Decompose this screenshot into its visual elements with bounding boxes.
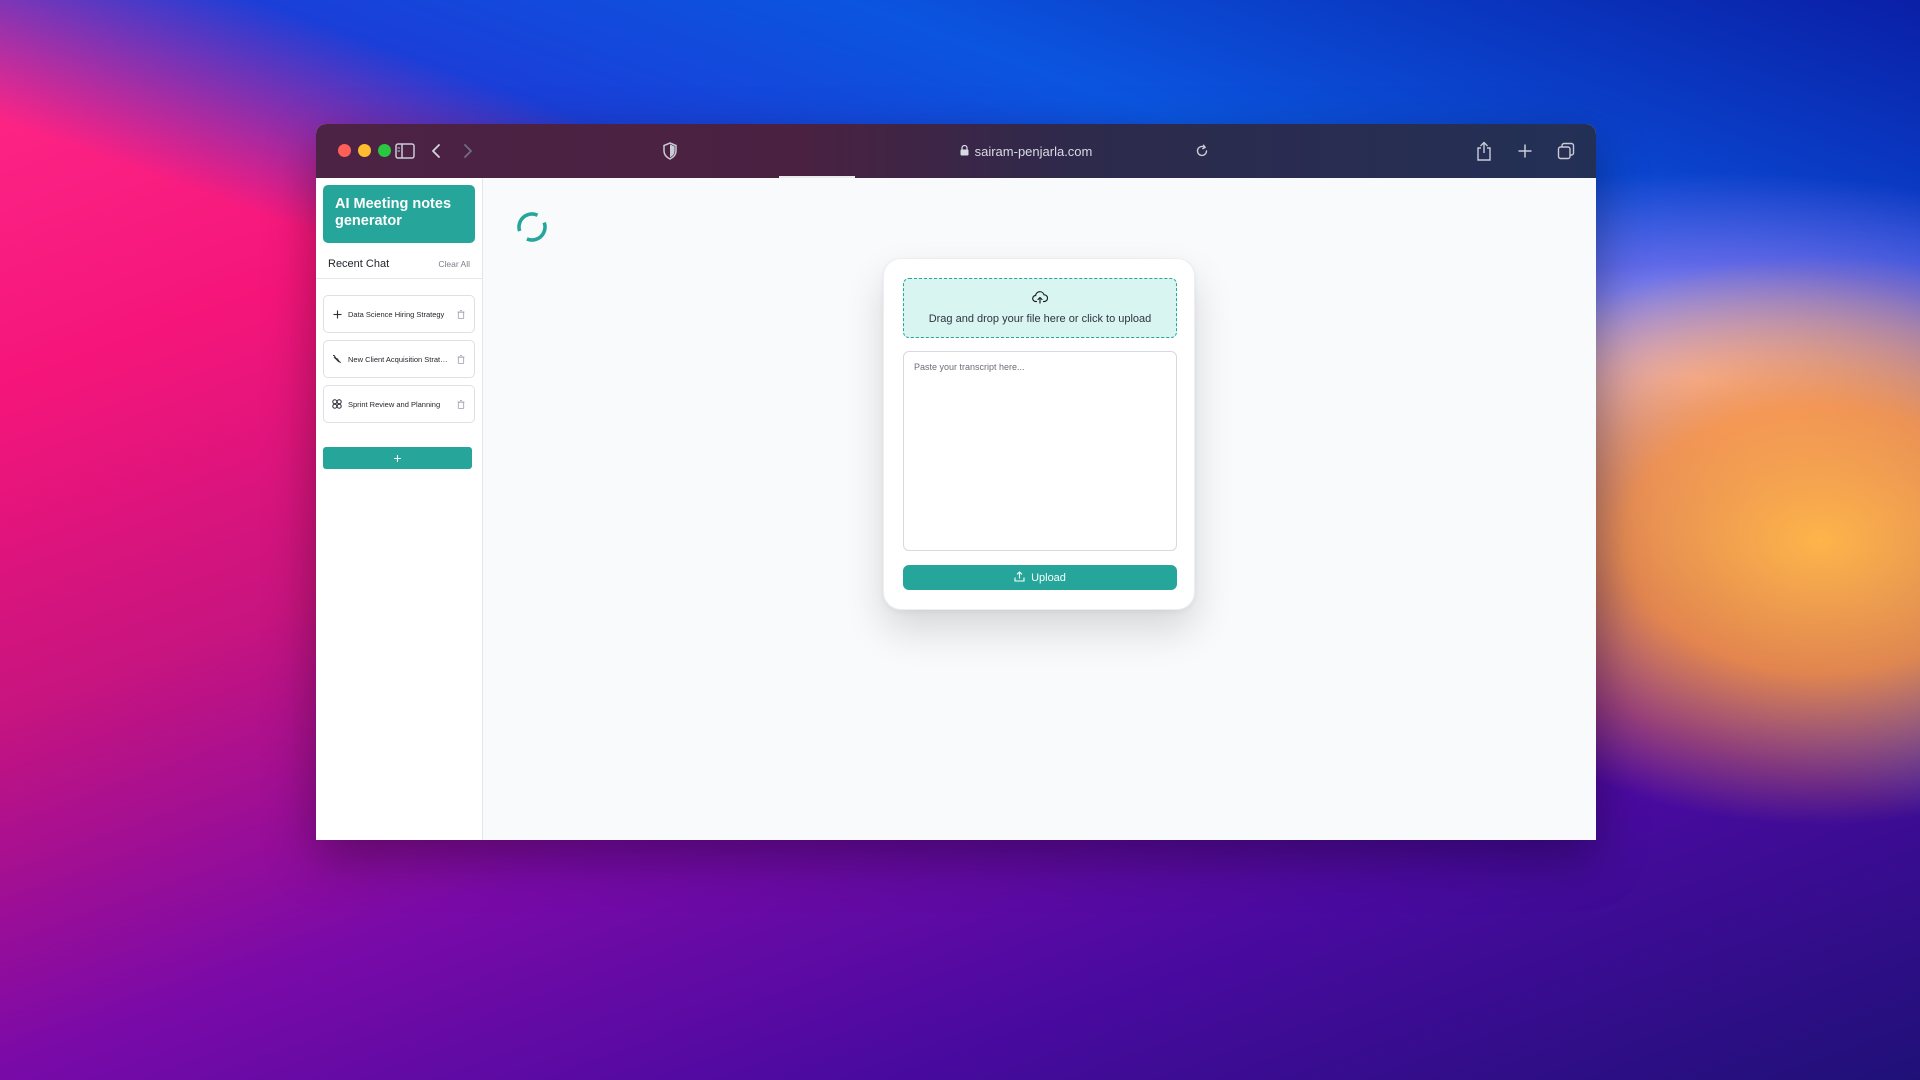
recent-chat-header: Recent Chat Clear All	[328, 257, 470, 271]
chat-item-label: Data Science Hiring Strategy	[348, 309, 445, 319]
tab-overview-icon[interactable]	[1553, 138, 1579, 164]
chat-item[interactable]: Sprint Review and Planning	[323, 385, 475, 423]
forward-arrow-icon[interactable]	[455, 138, 481, 164]
minimize-window-button[interactable]	[358, 144, 371, 157]
transcript-input[interactable]	[903, 351, 1177, 551]
recent-chat-label: Recent Chat	[328, 258, 390, 270]
upload-button[interactable]: Upload	[903, 565, 1177, 590]
chat-list: Data Science Hiring Strategy New Client …	[323, 295, 475, 423]
url-text: sairam-penjarla.com	[974, 143, 1093, 159]
upload-icon	[1014, 570, 1025, 585]
chat-item[interactable]: Data Science Hiring Strategy	[323, 295, 475, 333]
sidebar: AI Meeting notes generator Recent Chat C…	[316, 178, 483, 840]
grid-icon	[332, 399, 342, 409]
app-title: AI Meeting notes generator	[323, 185, 475, 243]
trash-icon[interactable]	[456, 354, 466, 364]
address-bar[interactable]: sairam-penjarla.com	[886, 140, 1166, 162]
upload-button-label: Upload	[1031, 571, 1066, 584]
browser-toolbar: sairam-penjarla.com	[316, 124, 1596, 178]
zoom-window-button[interactable]	[378, 144, 391, 157]
privacy-shield-icon[interactable]	[657, 138, 683, 164]
page-content: AI Meeting notes generator Recent Chat C…	[316, 178, 1596, 840]
dropzone-text: Drag and drop your file here or click to…	[928, 313, 1152, 325]
chat-item[interactable]: New Client Acquisition Strategy	[323, 340, 475, 378]
back-arrow-icon[interactable]	[423, 138, 449, 164]
chat-item-label: Sprint Review and Planning	[348, 399, 441, 409]
clear-all-button[interactable]: Clear All	[438, 259, 470, 269]
main-panel: Drag and drop your file here or click to…	[483, 178, 1596, 840]
file-dropzone[interactable]: Drag and drop your file here or click to…	[903, 278, 1177, 338]
sidebar-divider	[316, 278, 482, 279]
sidebar-toggle-icon[interactable]	[392, 138, 418, 164]
reload-icon[interactable]	[1189, 138, 1215, 164]
lock-icon	[960, 144, 969, 159]
new-chat-button[interactable]: +	[323, 447, 472, 469]
plus-icon	[332, 309, 342, 319]
share-icon[interactable]	[1471, 138, 1497, 164]
browser-window: sairam-penjarla.com AI Meeting notes gen…	[316, 124, 1596, 840]
cloud-upload-icon	[1032, 291, 1049, 309]
close-window-button[interactable]	[338, 144, 351, 157]
chat-item-label: New Client Acquisition Strategy	[348, 354, 450, 364]
new-tab-icon[interactable]	[1512, 138, 1538, 164]
trash-icon[interactable]	[456, 399, 466, 409]
upload-card: Drag and drop your file here or click to…	[883, 258, 1195, 610]
loading-spinner-icon	[517, 212, 547, 242]
scribble-icon	[332, 354, 342, 364]
trash-icon[interactable]	[456, 309, 466, 319]
